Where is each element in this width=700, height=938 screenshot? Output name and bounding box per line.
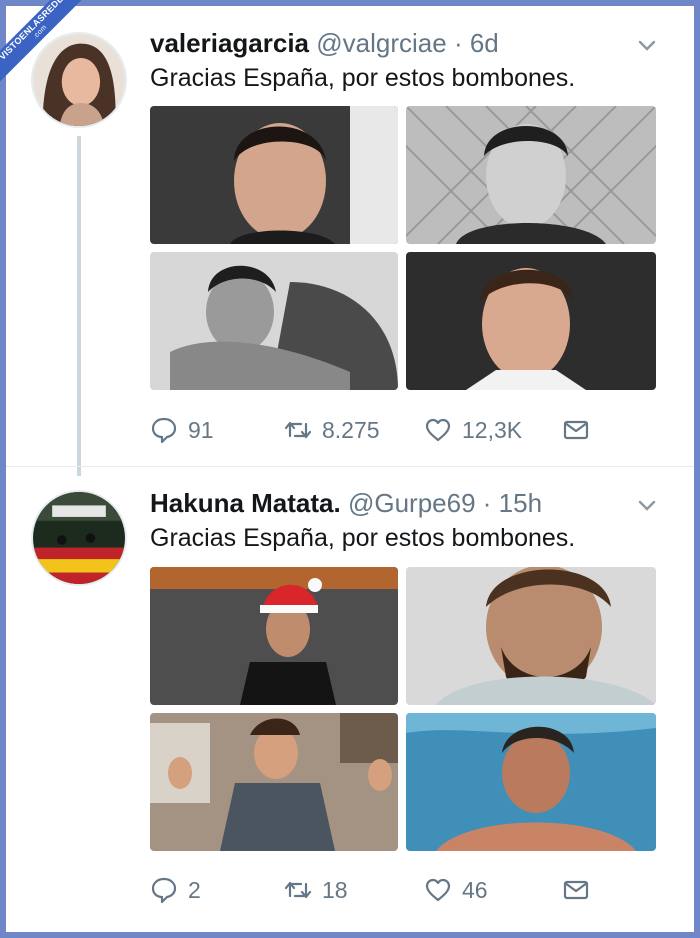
retweet-arrows-icon bbox=[284, 881, 312, 899]
tweet-photo[interactable] bbox=[406, 252, 656, 390]
tweet-photo[interactable] bbox=[150, 713, 398, 851]
reply-button[interactable]: 91 bbox=[150, 414, 214, 446]
tweet-divider bbox=[6, 466, 694, 467]
like-button[interactable]: 12,3K bbox=[424, 414, 522, 446]
thread-connector bbox=[77, 136, 81, 476]
display-name[interactable]: valeriagarcia bbox=[150, 28, 309, 58]
tweet-text: Gracias España, por estos bombones. bbox=[150, 64, 576, 92]
timestamp[interactable]: · 15h bbox=[483, 488, 542, 518]
tweet-photo[interactable] bbox=[150, 252, 398, 390]
display-name[interactable]: Hakuna Matata. bbox=[150, 488, 341, 518]
heart-icon bbox=[425, 418, 451, 442]
timestamp[interactable]: · 6d bbox=[454, 28, 499, 58]
envelope-icon bbox=[563, 880, 589, 900]
tweet-header: Hakuna Matata. @Gurpe69 · 15h bbox=[150, 488, 542, 519]
reply-button[interactable]: 2 bbox=[150, 874, 201, 906]
retweet-arrows-icon bbox=[284, 421, 312, 439]
user-handle[interactable]: @Gurpe69 bbox=[348, 488, 476, 518]
like-count: 12,3K bbox=[462, 416, 523, 443]
tweet-photo[interactable] bbox=[150, 106, 398, 244]
tweet-photo[interactable] bbox=[406, 713, 656, 851]
user-handle[interactable]: @valgrciae bbox=[316, 28, 446, 58]
tweet-text: Gracias España, por estos bombones. bbox=[150, 524, 576, 552]
tweet-photo[interactable] bbox=[150, 567, 398, 705]
heart-icon bbox=[425, 878, 451, 902]
envelope-icon bbox=[563, 420, 589, 440]
tweet-photo[interactable] bbox=[406, 106, 656, 244]
reply-count: 91 bbox=[188, 416, 214, 443]
retweet-count: 18 bbox=[322, 876, 348, 903]
retweet-count: 8.275 bbox=[322, 416, 380, 443]
tweet-header: valeriagarcia @valgrciae · 6d bbox=[150, 28, 499, 59]
avatar[interactable] bbox=[31, 32, 127, 128]
retweet-button[interactable]: 8.275 bbox=[284, 414, 380, 446]
direct-message-button[interactable] bbox=[562, 414, 600, 446]
reply-count: 2 bbox=[188, 876, 201, 903]
chevron-down-icon[interactable] bbox=[636, 494, 658, 516]
tweet-actions: 91 8.275 12,3K bbox=[150, 414, 610, 446]
direct-message-button[interactable] bbox=[562, 874, 600, 906]
speech-bubble-icon bbox=[151, 417, 177, 444]
tweet-photo[interactable] bbox=[406, 567, 656, 705]
avatar[interactable] bbox=[31, 490, 127, 586]
retweet-button[interactable]: 18 bbox=[284, 874, 348, 906]
like-button[interactable]: 46 bbox=[424, 874, 488, 906]
like-count: 46 bbox=[462, 876, 488, 903]
chevron-down-icon[interactable] bbox=[636, 34, 658, 56]
speech-bubble-icon bbox=[151, 877, 177, 904]
tweet-actions: 2 18 46 bbox=[150, 874, 610, 906]
